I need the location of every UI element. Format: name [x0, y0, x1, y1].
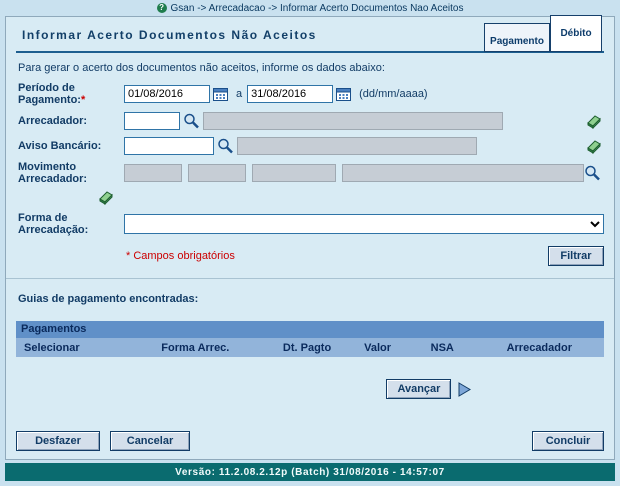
- col-valor: Valor: [345, 342, 410, 354]
- row-note-filtrar: * Campos obrigatórios Filtrar: [16, 246, 604, 266]
- col-nsa: NSA: [410, 342, 475, 354]
- eraser-icon[interactable]: [96, 190, 113, 205]
- calendar-icon[interactable]: [336, 87, 351, 101]
- movimento-field-3: [252, 164, 336, 182]
- desfazer-button[interactable]: Desfazer: [16, 431, 100, 451]
- periodo-label: Período de Pagamento:*: [16, 82, 124, 106]
- page: ? Gsan -> Arrecadacao -> Informar Acerto…: [0, 0, 620, 486]
- section-divider: [6, 278, 614, 279]
- arrecadador-label: Arrecadador:: [16, 115, 124, 127]
- eraser-icon[interactable]: [584, 114, 601, 129]
- version-text: Versão: 11.2.08.2.12p (Batch) 31/08/2016…: [175, 467, 445, 478]
- avancar-button[interactable]: Avançar: [386, 379, 451, 399]
- help-icon[interactable]: ?: [157, 3, 167, 13]
- movimento-label: Movimento Arrecadador:: [16, 161, 124, 185]
- payments-table: Pagamentos Selecionar Forma Arrec. Dt. P…: [16, 321, 604, 357]
- row-aviso-bancario: Aviso Bancário:: [16, 136, 604, 156]
- version-footer: Versão: 11.2.08.2.12p (Batch) 31/08/2016…: [5, 463, 615, 481]
- cancelar-button[interactable]: Cancelar: [110, 431, 190, 451]
- payments-table-title: Pagamentos: [16, 321, 604, 338]
- results-heading: Guias de pagamento encontradas:: [18, 293, 604, 305]
- row-movimento-arrecadador: Movimento Arrecadador:: [16, 161, 604, 185]
- date-format-hint: (dd/mm/aaaa): [359, 88, 427, 100]
- breadcrumb-bar: ? Gsan -> Arrecadacao -> Informar Acerto…: [0, 0, 620, 16]
- tab-strip: Pagamento Débito: [484, 15, 602, 52]
- arrecadador-name-field: [203, 112, 503, 130]
- main-panel: Informar Acerto Documentos Não Aceitos P…: [5, 16, 615, 460]
- form-instruction: Para gerar o acerto dos documentos não a…: [18, 62, 604, 74]
- calendar-icon[interactable]: [213, 87, 228, 101]
- col-arrecadador: Arrecadador: [475, 342, 604, 354]
- required-asterisk: *: [81, 94, 85, 106]
- page-title: Informar Acerto Documentos Não Aceitos: [16, 28, 317, 51]
- required-note: * Campos obrigatórios: [126, 250, 235, 262]
- forma-arrecadacao-label: Forma de Arrecadação:: [16, 212, 124, 236]
- aviso-bancario-name-field: [237, 137, 477, 155]
- aviso-bancario-code-input[interactable]: [124, 137, 214, 155]
- search-icon[interactable]: [183, 113, 200, 129]
- col-selecionar: Selecionar: [16, 342, 122, 354]
- date-range-separator: a: [236, 88, 242, 100]
- arrecadador-code-input[interactable]: [124, 112, 180, 130]
- col-dt-pagto: Dt. Pagto: [269, 342, 345, 354]
- date-to-input[interactable]: [247, 85, 333, 103]
- filtrar-button[interactable]: Filtrar: [548, 246, 604, 266]
- col-forma-arrec: Forma Arrec.: [122, 342, 269, 354]
- breadcrumb[interactable]: Gsan -> Arrecadacao -> Informar Acerto D…: [171, 3, 464, 14]
- aviso-bancario-label: Aviso Bancário:: [16, 140, 124, 152]
- title-bar: Informar Acerto Documentos Não Aceitos P…: [16, 17, 604, 53]
- row-movimento-eraser: [16, 187, 604, 207]
- payments-table-header: Selecionar Forma Arrec. Dt. Pagto Valor …: [16, 338, 604, 357]
- movimento-field-2: [188, 164, 246, 182]
- search-icon[interactable]: [584, 165, 601, 181]
- movimento-field-1: [124, 164, 182, 182]
- row-arrecadador: Arrecadador:: [16, 111, 604, 131]
- row-periodo-pagamento: Período de Pagamento:* a (dd/mm/aaaa): [16, 82, 604, 106]
- row-avancar: Avançar: [386, 379, 604, 399]
- arrow-right-icon[interactable]: [458, 382, 471, 397]
- bottom-actions: Desfazer Cancelar Concluir: [16, 431, 604, 451]
- concluir-button[interactable]: Concluir: [532, 431, 604, 451]
- eraser-icon[interactable]: [584, 139, 601, 154]
- row-forma-arrecadacao: Forma de Arrecadação:: [16, 212, 604, 236]
- tab-pagamento[interactable]: Pagamento: [484, 23, 550, 52]
- search-icon[interactable]: [217, 138, 234, 154]
- forma-arrecadacao-select[interactable]: [124, 214, 604, 234]
- movimento-field-4: [342, 164, 584, 182]
- date-from-input[interactable]: [124, 85, 210, 103]
- tab-debito[interactable]: Débito: [550, 15, 602, 52]
